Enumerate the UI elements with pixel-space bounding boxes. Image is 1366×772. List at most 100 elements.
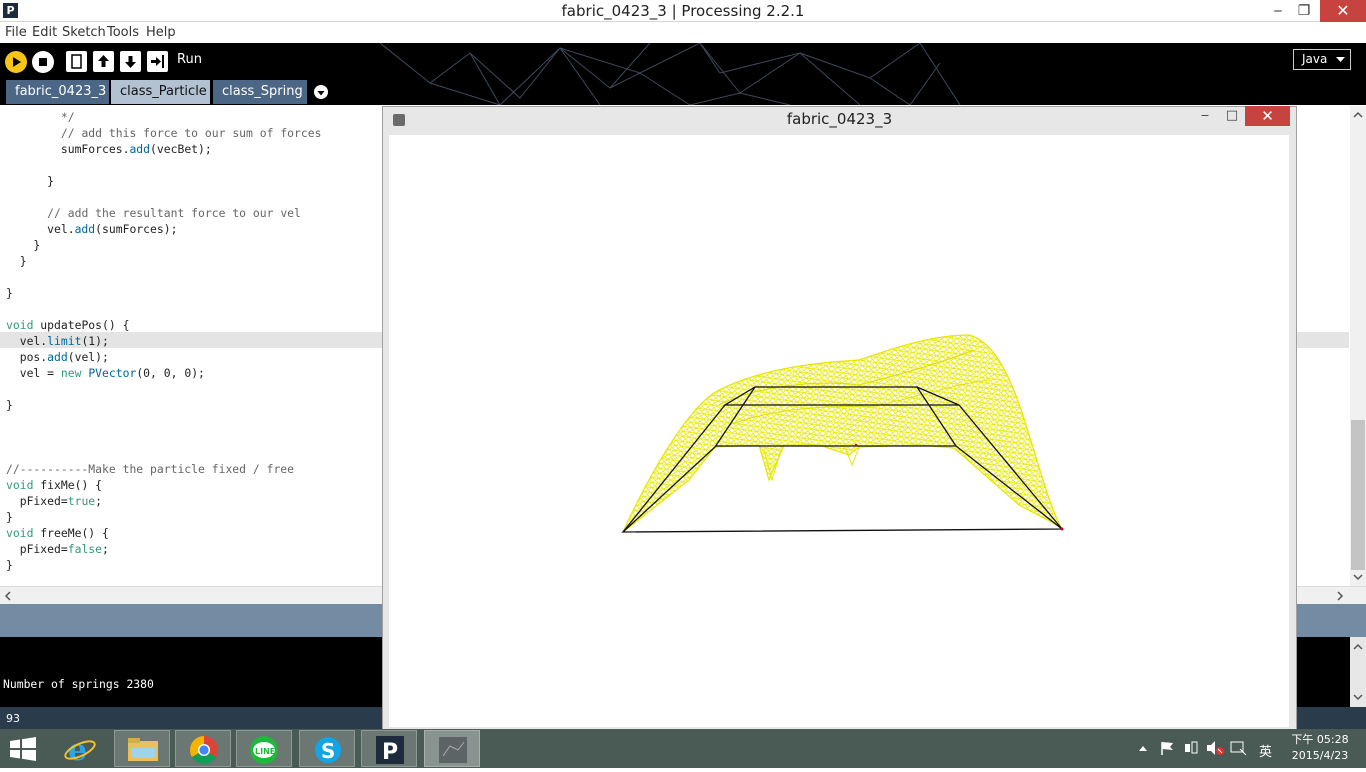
start-button[interactable] — [8, 735, 38, 772]
chrome-icon — [190, 736, 218, 764]
menu-edit[interactable]: Edit — [32, 25, 57, 40]
code-editor[interactable]: */ // add this force to our sum of force… — [0, 106, 382, 586]
scroll-down-arrow-icon — [1353, 574, 1363, 581]
tab-menu-button[interactable] — [314, 85, 328, 99]
menu-tools[interactable]: Tools — [107, 25, 139, 40]
ime-language-indicator[interactable]: 英 — [1259, 741, 1272, 760]
code-line[interactable]: pFixed=true; — [6, 493, 321, 509]
stop-button[interactable] — [32, 51, 54, 73]
code-line[interactable]: void fixMe() { — [6, 477, 321, 493]
sketch-close-button[interactable]: ✕ — [1245, 106, 1290, 126]
input-method-icon[interactable] — [1230, 740, 1248, 756]
stop-icon — [39, 58, 47, 66]
code-line[interactable]: sumForces.add(vecBet); — [6, 141, 321, 157]
code-line[interactable]: void freeMe() { — [6, 525, 321, 541]
sketch-maximize-button[interactable]: □ — [1219, 106, 1245, 126]
taskbar-sketch-window[interactable] — [424, 730, 480, 767]
code-line[interactable] — [6, 157, 321, 173]
taskbar-skype[interactable]: S — [299, 730, 355, 767]
line-app-icon: LINE — [250, 736, 278, 764]
svg-text:P: P — [382, 740, 398, 765]
taskbar-internet-explorer[interactable]: e — [63, 732, 97, 769]
scroll-left-arrow-icon — [4, 591, 11, 601]
code-line[interactable]: } — [6, 557, 321, 573]
mode-label: Java — [1302, 52, 1328, 66]
taskbar-file-explorer[interactable] — [114, 730, 170, 767]
minimize-button[interactable]: ‒ — [1265, 0, 1291, 22]
arrow-down-icon — [125, 56, 136, 68]
console-output: Number of springs 2380 — [3, 677, 154, 691]
code-line[interactable]: } — [6, 173, 321, 189]
sketch-canvas[interactable] — [389, 135, 1289, 727]
code-line[interactable] — [6, 381, 321, 397]
menu-sketch[interactable]: Sketch — [62, 25, 106, 40]
taskbar-processing[interactable]: P — [361, 730, 417, 767]
code-line[interactable]: // add this force to our sum of forces — [6, 125, 322, 141]
chevron-down-icon — [317, 91, 325, 96]
code-line[interactable]: pos.add(vel); — [6, 349, 321, 365]
new-file-icon — [71, 54, 82, 69]
close-button[interactable]: ✕ — [1320, 0, 1366, 22]
run-button[interactable] — [5, 51, 27, 73]
sketch-minimize-button[interactable]: ‒ — [1192, 106, 1218, 126]
code-line[interactable] — [6, 269, 321, 285]
code-line[interactable]: vel = new PVector(0, 0, 0); — [6, 365, 321, 381]
export-arrow-icon — [151, 55, 164, 68]
menu-file[interactable]: File — [5, 25, 27, 40]
code-line[interactable]: // add the resultant force to our vel — [6, 205, 321, 221]
play-icon — [13, 57, 21, 67]
fabric-mesh-render — [621, 334, 1064, 533]
maximize-button[interactable]: ❐ — [1291, 0, 1317, 22]
taskbar-line[interactable]: LINE — [236, 730, 292, 767]
arrow-up-icon — [98, 55, 109, 67]
menu-help[interactable]: Help — [146, 25, 176, 40]
code-line[interactable] — [6, 429, 321, 445]
tab-class-particle[interactable]: class_Particle — [111, 80, 210, 104]
tray-expand-icon[interactable] — [1138, 744, 1148, 752]
code-line[interactable] — [6, 301, 321, 317]
svg-text:LINE: LINE — [255, 747, 275, 756]
new-button[interactable] — [66, 51, 87, 72]
windows-logo-icon — [10, 737, 36, 761]
chevron-down-icon — [1336, 57, 1345, 62]
code-line[interactable]: vel.limit(1); — [6, 333, 321, 349]
code-line[interactable] — [6, 189, 321, 205]
volume-muted-icon[interactable] — [1206, 740, 1224, 756]
clock-time: 下午 05:28 — [1291, 733, 1349, 746]
code-line[interactable]: } — [6, 397, 321, 413]
code-line[interactable]: pFixed=false; — [6, 541, 321, 557]
skype-icon: S — [315, 737, 341, 763]
code-line[interactable]: void updatePos() { — [6, 317, 321, 333]
code-line[interactable]: vel.add(sumForces); — [6, 221, 321, 237]
system-clock[interactable]: 下午 05:28 2015/4/23 — [1285, 732, 1355, 764]
window-title: fabric_0423_3 | Processing 2.2.1 — [561, 2, 805, 20]
tab-fabric[interactable]: fabric_0423_3 — [6, 80, 109, 104]
processing-icon: P — [376, 736, 404, 765]
code-line[interactable]: //----------Make the particle fixed / fr… — [6, 461, 321, 477]
export-button[interactable] — [147, 51, 168, 72]
save-button[interactable] — [120, 51, 141, 72]
console-scrollbar[interactable] — [1350, 637, 1366, 707]
open-button[interactable] — [93, 51, 114, 72]
code-line[interactable]: */ — [6, 109, 321, 125]
line-number: 93 — [6, 712, 20, 725]
menu-bar: File Edit Sketch Tools Help — [0, 22, 1366, 43]
code-line[interactable] — [6, 413, 321, 429]
svg-text:S: S — [321, 739, 335, 763]
code-line[interactable] — [6, 445, 321, 461]
code-line[interactable]: } — [6, 285, 321, 301]
code-line[interactable]: } — [6, 253, 321, 269]
clock-date: 2015/4/23 — [1291, 749, 1349, 762]
action-center-flag-icon[interactable] — [1159, 740, 1175, 756]
sketch-window-title: fabric_0423_3 — [786, 110, 893, 128]
scroll-up-arrow-icon — [1353, 643, 1363, 650]
code-line[interactable]: } — [6, 237, 321, 253]
tab-class-spring[interactable]: class_Spring — [213, 80, 307, 104]
taskbar-chrome[interactable] — [175, 730, 231, 767]
toolbar-status-label: Run — [177, 52, 202, 67]
code-line[interactable]: } — [6, 509, 321, 525]
code-text[interactable]: */ // add this force to our sum of force… — [6, 109, 321, 573]
network-icon[interactable] — [1183, 740, 1199, 756]
scrollbar-thumb[interactable] — [1351, 420, 1365, 570]
mode-selector[interactable]: Java — [1293, 49, 1351, 70]
